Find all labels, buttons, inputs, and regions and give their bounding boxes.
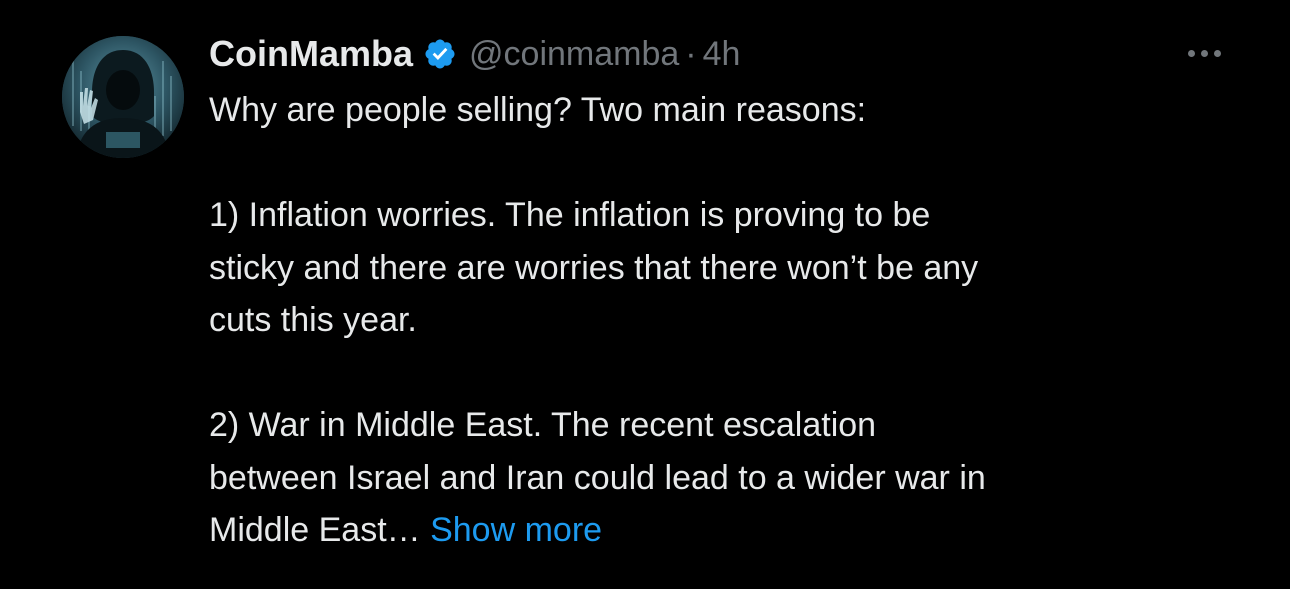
handle[interactable]: @coinmamba bbox=[469, 35, 679, 74]
show-more-link[interactable]: Show more bbox=[430, 511, 602, 549]
avatar[interactable] bbox=[62, 36, 184, 158]
tweet-line: between Israel and Iran could lead to a … bbox=[209, 458, 986, 497]
timestamp[interactable]: 4h bbox=[703, 35, 741, 74]
hooded-figure-avatar-icon bbox=[62, 36, 184, 158]
tweet-text: Why are people selling? Two main reasons… bbox=[209, 84, 1249, 557]
more-dot bbox=[1200, 49, 1208, 57]
tweet-header: CoinMamba @coinmamba · 4h bbox=[209, 28, 740, 80]
tweet[interactable]: CoinMamba @coinmamba · 4h Why are people… bbox=[0, 0, 1290, 589]
more-dot bbox=[1213, 49, 1221, 57]
tweet-line: 1) Inflation worries. The inflation is p… bbox=[209, 196, 931, 234]
tweet-line-last: Middle East… Show more bbox=[209, 504, 1249, 557]
tweet-line: 2) War in Middle East. The recent escala… bbox=[209, 406, 877, 444]
verified-badge-icon[interactable] bbox=[423, 37, 457, 71]
tweet-line: sticky and there are worries that there … bbox=[209, 248, 979, 287]
more-options-icon[interactable] bbox=[1176, 38, 1232, 68]
tweet-line-text: Middle East… bbox=[209, 511, 421, 549]
tweet-line: Why are people selling? Two main reasons… bbox=[209, 91, 867, 129]
more-dot bbox=[1187, 49, 1195, 57]
display-name[interactable]: CoinMamba bbox=[209, 33, 413, 75]
separator-dot: · bbox=[685, 34, 697, 73]
tweet-line: cuts this year. bbox=[209, 301, 417, 339]
